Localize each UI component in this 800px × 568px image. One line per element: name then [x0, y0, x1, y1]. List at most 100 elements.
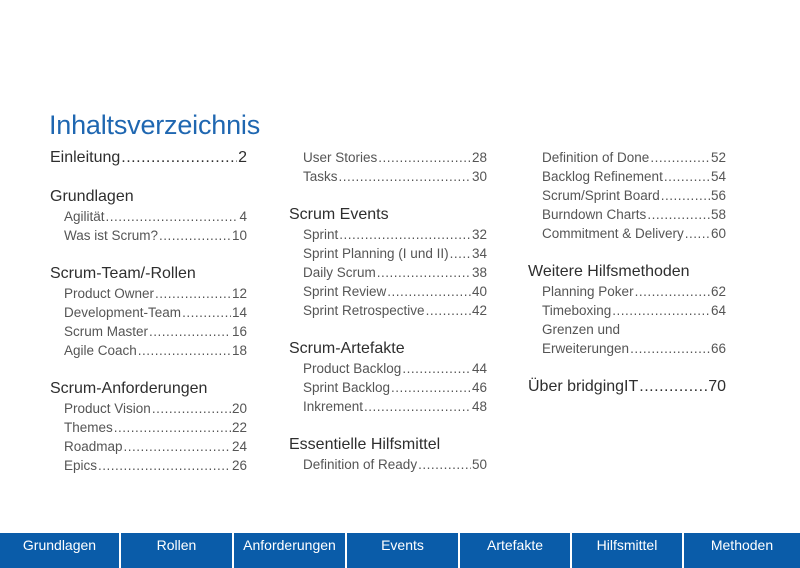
leader-dots: [402, 359, 471, 378]
leader-dots: [182, 303, 231, 322]
toc-entry[interactable]: Agile Coach 18: [64, 341, 247, 360]
toc-entry-page: 40: [471, 284, 487, 299]
toc-entry-page: 44: [471, 361, 487, 376]
nav-tab-grundlagen[interactable]: Grundlagen: [0, 533, 119, 568]
toc-entry-page: 38: [471, 265, 487, 280]
toc-entry[interactable]: Timeboxing 64: [542, 301, 726, 320]
leader-dots: [124, 437, 231, 456]
toc-entry[interactable]: Commitment & Delivery 60: [542, 224, 726, 243]
leader-dots: [159, 226, 231, 245]
toc-entry[interactable]: Burndown Charts 58: [542, 205, 726, 224]
nav-tab-artefakte[interactable]: Artefakte: [458, 533, 570, 568]
toc-entry-page: 50: [471, 457, 487, 472]
toc-section-heading[interactable]: Scrum-Artefakte: [289, 339, 487, 359]
toc-entry[interactable]: Themes 22: [64, 418, 247, 437]
toc-entry-label: Product Backlog: [303, 361, 402, 376]
toc-entry-page: 20: [231, 401, 247, 416]
toc-entry[interactable]: Inkrement 48: [303, 397, 487, 416]
toc-entry-page: 62: [710, 284, 726, 299]
nav-tab-events[interactable]: Events: [345, 533, 458, 568]
toc-section-heading[interactable]: Essentielle Hilfsmittel: [289, 435, 487, 455]
nav-tab-rollen[interactable]: Rollen: [119, 533, 232, 568]
leader-dots: [339, 225, 471, 244]
toc-entry[interactable]: Planning Poker 62: [542, 282, 726, 301]
toc-entry-label-line1[interactable]: Grenzen und: [542, 320, 726, 339]
leader-dots: [149, 322, 231, 341]
leader-dots: [378, 148, 471, 167]
nav-tab-methoden[interactable]: Methoden: [682, 533, 800, 568]
toc-section-heading[interactable]: Grundlagen: [50, 187, 247, 207]
toc-section-scrum-events: Scrum Events Sprint 32 Sprint Planning (…: [289, 205, 487, 320]
toc-entry[interactable]: Scrum/Sprint Board 56: [542, 186, 726, 205]
toc-entry[interactable]: Sprint Review 40: [303, 282, 487, 301]
toc-entry[interactable]: Erweiterungen 66: [542, 339, 726, 358]
toc-entry-ueber-bridgingit[interactable]: Über bridgingIT 70: [528, 377, 726, 397]
leader-dots: [635, 282, 710, 301]
toc-entry-label: Roadmap: [64, 439, 123, 454]
toc-entry-page: 64: [710, 303, 726, 318]
toc-entry[interactable]: Daily Scrum 38: [303, 263, 487, 282]
toc-section-grundlagen: Grundlagen Agilität 4 Was ist Scrum? 10: [50, 187, 247, 245]
leader-dots: [387, 282, 471, 301]
toc-entry[interactable]: Sprint Retrospective 42: [303, 301, 487, 320]
toc-entry[interactable]: Agilität 4: [64, 207, 247, 226]
toc-entry-page: 4: [239, 209, 247, 224]
toc-entry[interactable]: Tasks 30: [303, 167, 487, 186]
toc-entry-page: 60: [710, 226, 726, 241]
leader-dots: [661, 186, 710, 205]
leader-dots: [647, 205, 710, 224]
toc-section-scrum-anforderungen: Scrum-Anforderungen Product Vision 20 Th…: [50, 379, 247, 475]
toc-section-heading[interactable]: Weitere Hilfsmethoden: [528, 262, 726, 282]
toc-entry-label: Sprint Review: [303, 284, 387, 299]
toc-entry[interactable]: Definition of Ready 50: [303, 455, 487, 474]
toc-entry[interactable]: Sprint 32: [303, 225, 487, 244]
leader-dots: [426, 301, 471, 320]
toc-entry[interactable]: User Stories 28: [303, 148, 487, 167]
toc-entry[interactable]: Definition of Done 52: [542, 148, 726, 167]
toc-entry-label: Sprint Planning (I und II): [303, 246, 449, 261]
leader-dots: [391, 378, 471, 397]
toc-entry[interactable]: Was ist Scrum? 10: [64, 226, 247, 245]
toc-entry-page: 52: [710, 150, 726, 165]
toc-entry-label: Agile Coach: [64, 343, 137, 358]
leader-dots: [685, 224, 710, 243]
nav-tab-anforderungen[interactable]: Anforderungen: [232, 533, 345, 568]
toc-entry-label: Timeboxing: [542, 303, 612, 318]
toc-entry[interactable]: Product Vision 20: [64, 399, 247, 418]
toc-entry[interactable]: Product Owner 12: [64, 284, 247, 303]
toc-entry[interactable]: Sprint Backlog 46: [303, 378, 487, 397]
leader-dots: [377, 263, 471, 282]
toc-entry[interactable]: Backlog Refinement 54: [542, 167, 726, 186]
leader-dots: [630, 339, 710, 358]
toc-entry-label: Themes: [64, 420, 113, 435]
toc-entry-label: Definition of Done: [542, 150, 650, 165]
leader-dots: [152, 399, 231, 418]
toc-entry[interactable]: Scrum Master 16: [64, 322, 247, 341]
toc-entry[interactable]: Epics 26: [64, 456, 247, 475]
toc-entry-page: 18: [231, 343, 247, 358]
toc-entry-label: Backlog Refinement: [542, 169, 663, 184]
toc-entry-page: 54: [710, 169, 726, 184]
toc-entry[interactable]: Sprint Planning (I und II) 34: [303, 244, 487, 263]
toc-section-heading[interactable]: Scrum-Anforderungen: [50, 379, 247, 399]
toc-entry-label: Tasks: [303, 169, 338, 184]
toc-entry-page: 24: [231, 439, 247, 454]
toc-entry[interactable]: Product Backlog 44: [303, 359, 487, 378]
toc-entry-label: Definition of Ready: [303, 457, 418, 472]
toc-entry-label: Product Owner: [64, 286, 155, 301]
toc-entry[interactable]: Development-Team 14: [64, 303, 247, 322]
toc-entry-page: 58: [710, 207, 726, 222]
toc-section-scrum-team-rollen: Scrum-Team/-Rollen Product Owner 12 Deve…: [50, 264, 247, 360]
toc-entry-label: Einleitung: [50, 149, 121, 166]
toc-entry-page: 70: [708, 378, 726, 395]
toc-entry-einleitung[interactable]: Einleitung 2: [50, 148, 247, 168]
toc-section-heading[interactable]: Scrum-Team/-Rollen: [50, 264, 247, 284]
toc-entry-page: 32: [471, 227, 487, 242]
toc-entry[interactable]: Roadmap 24: [64, 437, 247, 456]
toc-entry-page: 46: [471, 380, 487, 395]
toc-section-heading[interactable]: Scrum Events: [289, 205, 487, 225]
leader-dots: [639, 377, 707, 397]
toc-entry-label: Über bridgingIT: [528, 378, 639, 395]
toc-section-weitere-hilfsmethoden: Weitere Hilfsmethoden Planning Poker 62 …: [528, 262, 726, 358]
nav-tab-hilfsmittel[interactable]: Hilfsmittel: [570, 533, 682, 568]
